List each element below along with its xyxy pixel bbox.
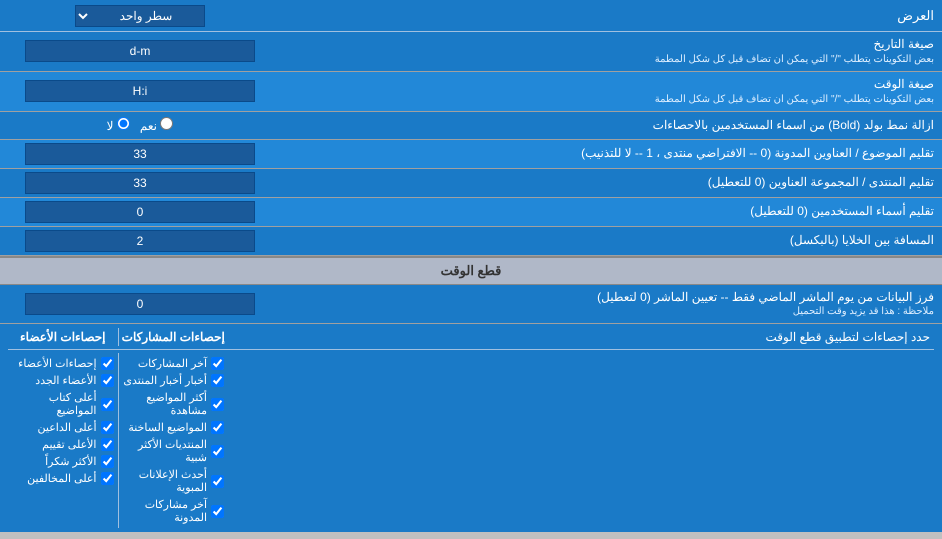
checkbox-col2-1[interactable] <box>101 374 114 387</box>
checkbox-col2-3[interactable] <box>101 421 114 434</box>
bold-yes-label[interactable]: نعم <box>140 117 173 133</box>
checkbox-col1-6[interactable] <box>211 505 224 518</box>
checkbox-col1-4[interactable] <box>211 445 224 458</box>
cutoff-filter-input[interactable] <box>25 293 255 315</box>
list-item: آخر المشاركات <box>123 355 225 372</box>
list-item: أعلى كتاب المواضيع <box>12 389 114 419</box>
checkbox-col1-3[interactable] <box>211 421 224 434</box>
cutoff-filter-label: فرز البيانات من يوم الماشر الماضي فقط --… <box>280 285 942 324</box>
stats-header-row: حدد إحصاءات لتطبيق قطع الوقت إحصاءات الم… <box>8 328 934 350</box>
bold-remove-label: ازالة نمط بولد (Bold) من اسماء المستخدمي… <box>280 113 942 138</box>
bold-yes-radio[interactable] <box>160 117 173 130</box>
bold-no-label[interactable]: لا <box>107 117 130 133</box>
cutoff-filter-row: فرز البيانات من يوم الماشر الماضي فقط --… <box>0 285 942 325</box>
cutoff-filter-input-cell <box>0 290 280 318</box>
cutoff-section-header: قطع الوقت <box>0 256 942 285</box>
main-container: العرض سطر واحد سطرين ثلاثة أسطر صيغة الت… <box>0 0 942 532</box>
date-format-input[interactable] <box>25 40 255 62</box>
checkbox-col2-6[interactable] <box>101 472 114 485</box>
bold-remove-row: ازالة نمط بولد (Bold) من اسماء المستخدمي… <box>0 112 942 140</box>
time-format-row: صيغة الوقت بعض التكوينات يتطلب "/" التي … <box>0 72 942 112</box>
cell-spacing-input[interactable] <box>25 230 255 252</box>
forum-trim-input-cell <box>0 169 280 197</box>
list-item: أخبار أخبار المنتدى <box>123 372 225 389</box>
cell-spacing-input-cell <box>0 227 280 255</box>
list-item: المواضيع الساخنة <box>123 419 225 436</box>
time-format-label: صيغة الوقت بعض التكوينات يتطلب "/" التي … <box>280 72 942 111</box>
bold-radio-cell: نعم لا <box>0 114 280 136</box>
checkbox-col1-2[interactable] <box>211 398 224 411</box>
stats-checkboxes-cols: آخر المشاركات أخبار أخبار المنتدى أكثر ا… <box>8 353 228 528</box>
cell-spacing-label: المسافة بين الخلايا (بالبكسل) <box>280 228 942 253</box>
username-trim-label: تقليم أسماء المستخدمين (0 للتعطيل) <box>280 199 942 224</box>
list-item: إحصاءات الأعضاء <box>12 355 114 372</box>
title-format-input[interactable] <box>25 143 255 165</box>
stats-col2-header: إحصاءات الأعضاء <box>8 328 118 346</box>
checkbox-col2-2[interactable] <box>101 398 114 411</box>
title-format-input-cell <box>0 140 280 168</box>
checkbox-col2-0[interactable] <box>101 357 114 370</box>
display-mode-select[interactable]: سطر واحد سطرين ثلاثة أسطر <box>75 5 205 27</box>
stats-col-headers: إحصاءات المشاركات إحصاءات الأعضاء <box>8 328 228 346</box>
list-item: آخر مشاركات المدونة <box>123 496 225 526</box>
list-item: الأعلى تقييم <box>12 436 114 453</box>
stats-col1: آخر المشاركات أخبار أخبار المنتدى أكثر ا… <box>118 353 229 528</box>
checkbox-col1-5[interactable] <box>211 475 224 488</box>
stats-spacer <box>228 353 934 528</box>
title-format-row: تقليم الموضوع / العناوين المدونة (0 -- ا… <box>0 140 942 169</box>
page-title: العرض <box>280 4 942 28</box>
checkbox-col2-5[interactable] <box>101 455 114 468</box>
username-trim-input[interactable] <box>25 201 255 223</box>
stats-checkboxes-body: آخر المشاركات أخبار أخبار المنتدى أكثر ا… <box>8 353 934 528</box>
forum-trim-input[interactable] <box>25 172 255 194</box>
bold-radio-group: نعم لا <box>107 117 174 133</box>
checkbox-col1-1[interactable] <box>211 374 224 387</box>
bold-no-radio[interactable] <box>117 117 130 130</box>
list-item: المنتديات الأكثر شبية <box>123 436 225 466</box>
time-format-input[interactable] <box>25 80 255 102</box>
stats-limit-label: حدد إحصاءات لتطبيق قطع الوقت <box>228 328 934 346</box>
date-format-row: صيغة التاريخ بعض التكوينات يتطلب "/" الت… <box>0 32 942 72</box>
username-trim-input-cell <box>0 198 280 226</box>
top-select-cell: سطر واحد سطرين ثلاثة أسطر <box>0 2 280 30</box>
list-item: أعلى الداعين <box>12 419 114 436</box>
list-item: الأكثر شكراً <box>12 453 114 470</box>
forum-trim-row: تقليم المنتدى / المجموعة العناوين (0 للت… <box>0 169 942 198</box>
list-item: أكثر المواضيع مشاهدة <box>123 389 225 419</box>
date-format-input-cell <box>0 37 280 65</box>
stats-section: حدد إحصاءات لتطبيق قطع الوقت إحصاءات الم… <box>0 324 942 532</box>
checkbox-col1-0[interactable] <box>211 357 224 370</box>
stats-col2: إحصاءات الأعضاء الأعضاء الجدد أعلى كتاب … <box>8 353 118 528</box>
time-format-input-cell <box>0 77 280 105</box>
list-item: الأعضاء الجدد <box>12 372 114 389</box>
date-format-label: صيغة التاريخ بعض التكوينات يتطلب "/" الت… <box>280 32 942 71</box>
list-item: أحدث الإعلانات المبوية <box>123 466 225 496</box>
title-format-label: تقليم الموضوع / العناوين المدونة (0 -- ا… <box>280 141 942 166</box>
checkbox-col2-4[interactable] <box>101 438 114 451</box>
top-row: العرض سطر واحد سطرين ثلاثة أسطر <box>0 0 942 32</box>
forum-trim-label: تقليم المنتدى / المجموعة العناوين (0 للت… <box>280 170 942 195</box>
stats-col1-header: إحصاءات المشاركات <box>118 328 229 346</box>
cell-spacing-row: المسافة بين الخلايا (بالبكسل) <box>0 227 942 256</box>
list-item: أعلى المخالفين <box>12 470 114 487</box>
username-trim-row: تقليم أسماء المستخدمين (0 للتعطيل) <box>0 198 942 227</box>
